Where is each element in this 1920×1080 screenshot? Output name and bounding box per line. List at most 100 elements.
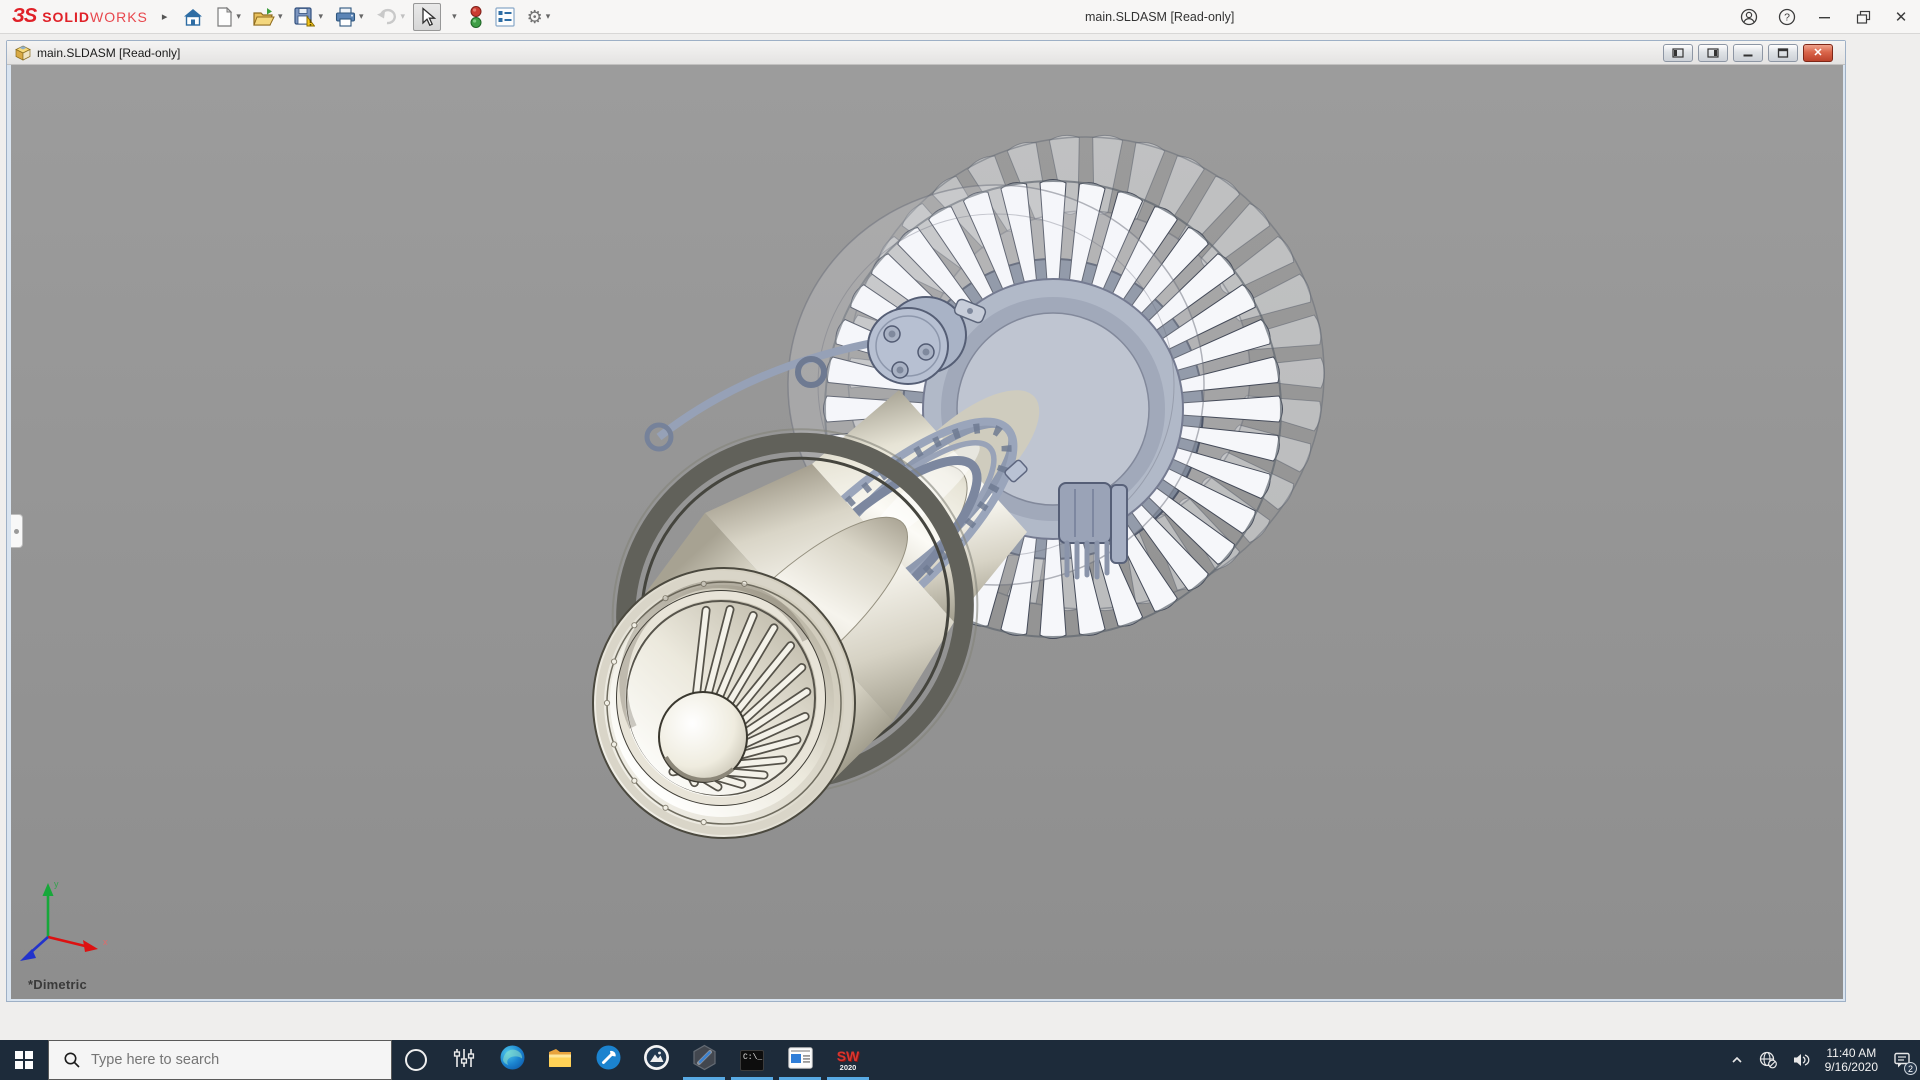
command-prompt-icon: C:\_ bbox=[740, 1050, 764, 1071]
action-center-button[interactable]: 2 bbox=[1886, 1040, 1920, 1080]
split-pane-left-button[interactable] bbox=[1663, 44, 1693, 62]
panel-handle-dot bbox=[14, 529, 19, 534]
search-input[interactable] bbox=[91, 1052, 351, 1068]
orientation-triad: y x bbox=[11, 871, 121, 971]
solidworks-logo-works: WORKS bbox=[90, 9, 148, 25]
minimize-icon bbox=[1818, 10, 1832, 24]
options-list-icon bbox=[495, 7, 515, 27]
taskbar-item-paint3d[interactable] bbox=[680, 1040, 728, 1080]
traffic-light-icon bbox=[469, 5, 483, 29]
gear-icon: ⚙ bbox=[527, 8, 543, 26]
view-orientation-label: *Dimetric bbox=[28, 977, 87, 992]
clock-date: 9/16/2020 bbox=[1825, 1060, 1878, 1074]
open-dropdown[interactable]: ▾ bbox=[278, 11, 283, 22]
solidworks-logo: ЗS SOLIDWORKS bbox=[12, 5, 148, 28]
settings-button[interactable]: ⚙ ▾ bbox=[523, 3, 555, 31]
taskbar-clock[interactable]: 11:40 AM 9/16/2020 bbox=[1817, 1046, 1886, 1074]
close-button[interactable]: ✕ bbox=[1882, 0, 1920, 34]
feature-panel-handle[interactable] bbox=[11, 514, 23, 548]
jet-engine-model bbox=[11, 65, 1843, 999]
help-icon: ? bbox=[1778, 8, 1796, 26]
user-icon bbox=[1740, 8, 1758, 26]
svg-text:?: ? bbox=[1784, 12, 1790, 24]
undo-icon bbox=[376, 7, 398, 27]
doc-minimize-button[interactable] bbox=[1733, 44, 1763, 62]
wrench-circle-icon bbox=[595, 1044, 622, 1076]
solidworks-app-icon: SW 2020 bbox=[837, 1049, 860, 1072]
document-title: main.SLDASM [Read-only] bbox=[37, 46, 180, 60]
tray-chevron[interactable] bbox=[1723, 1040, 1751, 1080]
new-document-icon bbox=[215, 7, 233, 27]
home-icon bbox=[183, 7, 203, 27]
taskbar-item-file-explorer[interactable] bbox=[536, 1040, 584, 1080]
x-axis-label: x bbox=[103, 937, 108, 947]
print-button[interactable]: ▾ bbox=[331, 3, 368, 31]
task-view-icon bbox=[453, 1047, 475, 1074]
doc-close-button[interactable]: ✕ bbox=[1803, 44, 1833, 62]
solidworks-logo-mark: ЗS bbox=[12, 5, 36, 28]
windows-logo-icon bbox=[15, 1051, 33, 1069]
taskbar-item-solidworks[interactable]: SW 2020 bbox=[824, 1040, 872, 1080]
open-folder-icon bbox=[253, 7, 275, 27]
document-titlebar[interactable]: main.SLDASM [Read-only] ✕ bbox=[7, 41, 1845, 65]
restore-icon bbox=[1856, 10, 1871, 25]
clock-time: 11:40 AM bbox=[1825, 1046, 1878, 1060]
window-title: main.SLDASM [Read-only] bbox=[1085, 0, 1234, 34]
taskbar-item-edge[interactable] bbox=[488, 1040, 536, 1080]
viewport-3d[interactable]: y x *Dimetric bbox=[11, 65, 1843, 999]
select-cursor-icon bbox=[417, 7, 437, 27]
taskbar-item-command-prompt[interactable]: C:\_ bbox=[728, 1040, 776, 1080]
print-dropdown[interactable]: ▾ bbox=[359, 11, 364, 22]
rebuild-button[interactable] bbox=[465, 3, 487, 31]
save-icon bbox=[294, 7, 315, 27]
taskbar-item-media-app[interactable] bbox=[776, 1040, 824, 1080]
print-icon bbox=[335, 7, 356, 27]
file-explorer-icon bbox=[547, 1046, 573, 1075]
taskbar-item-task-view[interactable] bbox=[440, 1040, 488, 1080]
app-titlebar: ЗS SOLIDWORKS ▸ ▾ ▾ ▾ ▾ bbox=[0, 0, 1920, 34]
y-axis-label: y bbox=[54, 879, 59, 889]
notification-badge: 2 bbox=[1904, 1062, 1917, 1075]
window-controls: ? ✕ bbox=[1730, 0, 1920, 34]
quick-access-toolbar: ▾ ▾ ▾ ▾ ▾ ▾ bbox=[177, 0, 556, 34]
select-tool-dropdown[interactable]: ▾ bbox=[445, 3, 461, 31]
save-dropdown[interactable]: ▾ bbox=[318, 11, 323, 22]
document-window: main.SLDASM [Read-only] ✕ bbox=[6, 40, 1846, 1002]
minimize-button[interactable] bbox=[1806, 0, 1844, 34]
sw-year: 2020 bbox=[840, 1064, 857, 1072]
taskbar-item-support-tool[interactable] bbox=[584, 1040, 632, 1080]
system-tray: 11:40 AM 9/16/2020 2 bbox=[1723, 1040, 1920, 1080]
cortana-icon bbox=[405, 1049, 427, 1071]
network-offline-icon[interactable] bbox=[1751, 1040, 1785, 1080]
taskbar-search[interactable] bbox=[48, 1040, 392, 1080]
document-window-controls: ✕ bbox=[1663, 44, 1833, 62]
media-app-icon bbox=[788, 1047, 813, 1074]
volume-icon[interactable] bbox=[1785, 1040, 1817, 1080]
paint3d-hexagon-icon bbox=[691, 1044, 718, 1076]
restore-button[interactable] bbox=[1844, 0, 1882, 34]
photos-icon bbox=[643, 1044, 670, 1076]
account-button[interactable] bbox=[1730, 0, 1768, 34]
taskbar-item-cortana[interactable] bbox=[392, 1040, 440, 1080]
desktop-screen: ЗS SOLIDWORKS ▸ ▾ ▾ ▾ ▾ bbox=[0, 0, 1920, 1080]
sw-letters: SW bbox=[837, 1049, 860, 1063]
home-button[interactable] bbox=[179, 3, 207, 31]
doc-restore-button[interactable] bbox=[1768, 44, 1798, 62]
windows-taskbar: C:\_ SW 2020 11:40 AM 9/16/2 bbox=[0, 1040, 1920, 1080]
cmd-label: C:\_ bbox=[741, 1051, 762, 1062]
new-document-dropdown[interactable]: ▾ bbox=[236, 11, 241, 22]
open-button[interactable]: ▾ bbox=[249, 3, 287, 31]
select-tool-button[interactable] bbox=[413, 3, 441, 31]
help-button[interactable]: ? bbox=[1768, 0, 1806, 34]
search-icon bbox=[63, 1051, 81, 1069]
settings-dropdown[interactable]: ▾ bbox=[546, 11, 551, 22]
edge-icon bbox=[499, 1044, 526, 1076]
save-button[interactable]: ▾ bbox=[290, 3, 327, 31]
taskbar-item-photos[interactable] bbox=[632, 1040, 680, 1080]
display-options-button[interactable] bbox=[491, 3, 519, 31]
start-button[interactable] bbox=[0, 1040, 48, 1080]
undo-button: ▾ bbox=[372, 3, 410, 31]
toolbar-flyout-arrow[interactable]: ▸ bbox=[162, 10, 168, 23]
split-pane-right-button[interactable] bbox=[1698, 44, 1728, 62]
new-document-button[interactable]: ▾ bbox=[211, 3, 245, 31]
